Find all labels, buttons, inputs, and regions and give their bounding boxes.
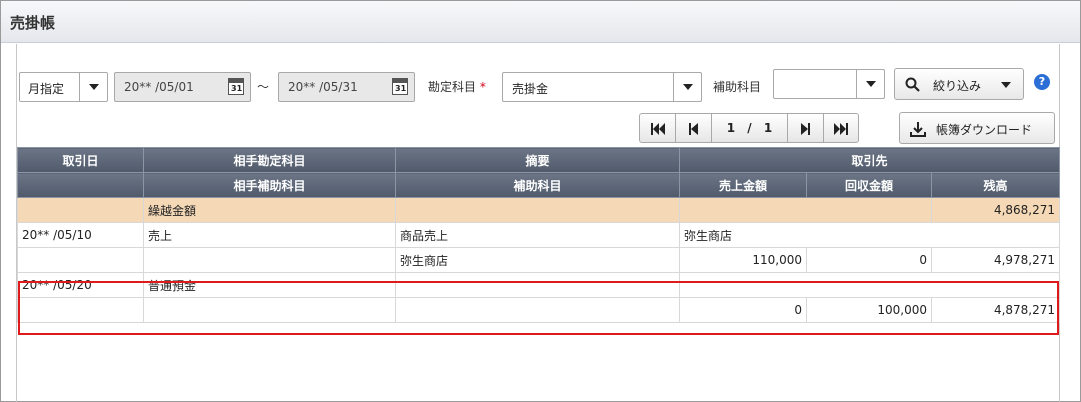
search-icon xyxy=(905,77,920,92)
table-cell xyxy=(17,197,144,223)
date-from-value: 20** /05/01 xyxy=(124,80,194,94)
header-date: 取引日 xyxy=(17,147,144,173)
table-row[interactable]: 20** /05/20 普通預金 xyxy=(17,272,1061,298)
calendar-icon-day: 31 xyxy=(231,84,243,93)
next-page-icon xyxy=(801,122,810,135)
ledger-download-button[interactable]: 帳簿ダウンロード xyxy=(899,112,1055,144)
carry-forward-label: 繰越金額 xyxy=(143,197,396,223)
download-icon xyxy=(910,122,926,137)
entry-sub-account xyxy=(143,247,396,273)
account-dropdown-button[interactable] xyxy=(673,73,701,101)
date-from-field[interactable]: 20** /05/01 31 xyxy=(114,72,251,102)
entry-sales: 0 xyxy=(679,297,807,323)
header-sales-amount: 売上金額 xyxy=(679,172,807,198)
table-row[interactable]: 0 100,000 4,878,271 xyxy=(17,297,1061,323)
entry-sub-item: 弥生商店 xyxy=(395,247,680,273)
entry-sales: 110,000 xyxy=(679,247,807,273)
next-page-button[interactable] xyxy=(788,114,824,142)
header-balance: 残高 xyxy=(930,172,1061,198)
refine-button[interactable]: 絞り込み xyxy=(894,68,1024,100)
calendar-icon-day: 31 xyxy=(395,84,407,93)
sub-account-select[interactable] xyxy=(773,69,885,99)
carry-forward-row: 繰越金額 4,868,271 xyxy=(17,197,1061,223)
header-row-2: 相手補助科目 補助科目 売上金額 回収金額 残高 xyxy=(17,172,1061,198)
total-pages: 1 xyxy=(763,121,773,135)
date-to-field[interactable]: 20** /05/31 31 xyxy=(278,72,415,102)
header-sub-account: 補助科目 xyxy=(395,172,680,198)
account-value: 売掛金 xyxy=(512,82,549,96)
table-row[interactable]: 20** /05/10 売上 商品売上 弥生商店 xyxy=(17,222,1061,248)
header-counter-account: 相手勘定科目 xyxy=(143,147,396,173)
refine-label: 絞り込み xyxy=(933,79,982,93)
entry-partner xyxy=(678,272,1061,298)
header-counter-sub-account: 相手補助科目 xyxy=(143,172,396,198)
entry-memo xyxy=(395,272,680,298)
prev-page-button[interactable] xyxy=(676,114,712,142)
prev-page-icon xyxy=(689,122,698,135)
table-cell xyxy=(679,197,932,223)
sub-account-label: 補助科目 xyxy=(713,80,762,94)
account-label: 勘定科目 * xyxy=(428,78,486,95)
entry-balance: 4,978,271 xyxy=(930,247,1061,273)
entry-collected: 0 xyxy=(806,247,932,273)
entry-collected: 100,000 xyxy=(806,297,932,323)
first-page-icon xyxy=(650,122,665,135)
chevron-down-icon xyxy=(1001,82,1011,88)
calendar-icon[interactable]: 31 xyxy=(228,78,244,95)
period-mode-value: 月指定 xyxy=(28,82,65,96)
entry-balance: 4,878,271 xyxy=(930,297,1061,323)
required-mark: * xyxy=(479,80,486,94)
ledger-table: 取引日 相手勘定科目 摘要 取引先 相手補助科目 補助科目 売上金額 回収金額 … xyxy=(17,147,1061,323)
period-mode-select[interactable]: 月指定 xyxy=(19,72,108,102)
last-page-icon xyxy=(834,122,848,135)
page-indicator: 1 / 1 xyxy=(712,114,788,142)
carry-forward-balance: 4,868,271 xyxy=(930,197,1061,223)
sub-account-dropdown-button[interactable] xyxy=(856,70,884,98)
entry-account: 普通預金 xyxy=(143,272,396,298)
entry-sub-account xyxy=(143,297,396,323)
page-separator: / xyxy=(747,121,752,135)
current-page: 1 xyxy=(726,121,736,135)
chevron-down-icon xyxy=(866,81,876,87)
page-title: 売掛帳 xyxy=(10,14,56,32)
header-partner: 取引先 xyxy=(678,147,1061,173)
chevron-down-icon xyxy=(89,84,99,90)
entry-date: 20** /05/20 xyxy=(17,272,144,298)
header-collected-amount: 回収金額 xyxy=(806,172,932,198)
date-range-separator: ～ xyxy=(257,80,270,94)
account-label-text: 勘定科目 xyxy=(428,80,477,94)
table-row[interactable]: 弥生商店 110,000 0 4,978,271 xyxy=(17,247,1061,273)
entry-account: 売上 xyxy=(143,222,396,248)
chevron-down-icon xyxy=(683,84,693,90)
entry-memo: 商品売上 xyxy=(395,222,680,248)
table-cell xyxy=(395,197,680,223)
date-to-value: 20** /05/31 xyxy=(288,80,358,94)
first-page-button[interactable] xyxy=(640,114,676,142)
entry-date: 20** /05/10 xyxy=(17,222,144,248)
header-empty xyxy=(17,172,144,198)
pagination: 1 / 1 xyxy=(639,113,859,143)
period-mode-dropdown-button[interactable] xyxy=(79,73,107,101)
table-cell xyxy=(17,247,144,273)
account-select[interactable]: 売掛金 xyxy=(502,72,702,102)
title-bar: 売掛帳 xyxy=(1,1,1080,43)
header-row-1: 取引日 相手勘定科目 摘要 取引先 xyxy=(17,147,1061,173)
calendar-icon[interactable]: 31 xyxy=(392,78,408,95)
help-icon[interactable]: ? xyxy=(1034,74,1050,90)
header-memo: 摘要 xyxy=(395,147,680,173)
last-page-button[interactable] xyxy=(824,114,858,142)
entry-partner: 弥生商店 xyxy=(678,222,1061,248)
table-cell xyxy=(17,297,144,323)
entry-sub-item xyxy=(395,297,680,323)
download-label: 帳簿ダウンロード xyxy=(936,123,1033,137)
